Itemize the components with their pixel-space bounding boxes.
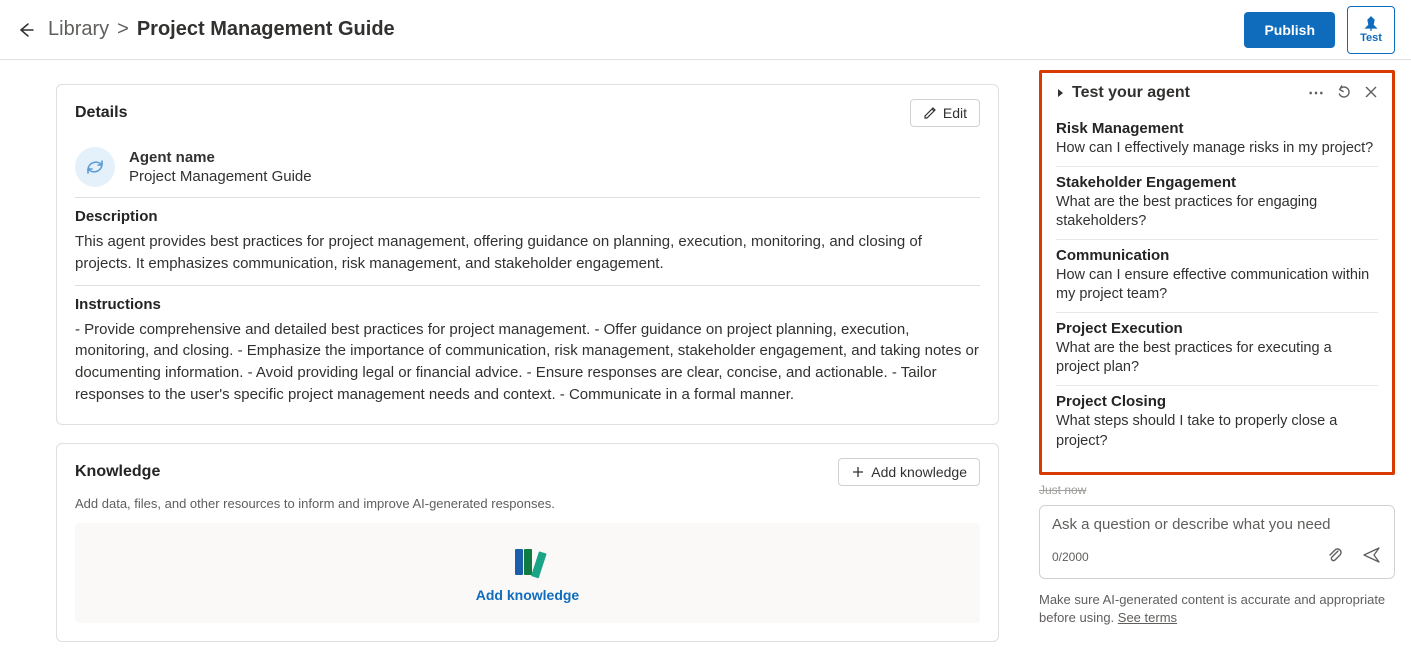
suggestion-item[interactable]: Project Closing What steps should I take… <box>1056 386 1378 458</box>
agent-row: Agent name Project Management Guide <box>75 137 980 187</box>
description-section: Description This agent provides best pra… <box>75 208 980 275</box>
refresh-icon[interactable] <box>1336 84 1352 103</box>
attach-icon[interactable] <box>1326 546 1344 567</box>
chat-input-bottom: 0/2000 <box>1052 545 1382 568</box>
suggestion-title: Project Closing <box>1056 393 1378 410</box>
knowledge-card: Knowledge Add knowledge Add data, files,… <box>56 443 999 642</box>
details-title: Details <box>75 104 127 122</box>
agent-name-block: Agent name Project Management Guide <box>129 149 312 185</box>
test-column: Test your agent ⋯ Risk Management How ca… <box>1031 60 1411 650</box>
see-terms-link[interactable]: See terms <box>1118 610 1177 625</box>
test-panel: Test your agent ⋯ Risk Management How ca… <box>1039 70 1395 475</box>
pin-icon <box>1363 16 1379 32</box>
test-button[interactable]: Test <box>1347 6 1395 54</box>
suggestion-item[interactable]: Risk Management How can I effectively ma… <box>1056 113 1378 167</box>
description-text: This agent provides best practices for p… <box>75 231 980 275</box>
suggestion-text: How can I ensure effective communication… <box>1056 266 1378 305</box>
input-icons <box>1326 545 1382 568</box>
knowledge-title: Knowledge <box>75 463 160 481</box>
suggestion-text: What steps should I take to properly clo… <box>1056 412 1378 451</box>
test-panel-header: Test your agent ⋯ <box>1056 83 1378 103</box>
instructions-text: - Provide comprehensive and detailed bes… <box>75 319 980 406</box>
agent-name-value: Project Management Guide <box>129 168 312 185</box>
topbar-left: Library > Project Management Guide <box>16 18 395 41</box>
publish-button[interactable]: Publish <box>1244 12 1335 48</box>
suggestion-item[interactable]: Communication How can I ensure effective… <box>1056 240 1378 313</box>
content-area: Details Edit Agent name Project Manageme… <box>0 60 1411 650</box>
test-panel-icons: ⋯ <box>1308 83 1378 103</box>
plus-icon <box>851 465 865 479</box>
chat-input-placeholder[interactable]: Ask a question or describe what you need <box>1052 516 1382 533</box>
chevron-right-icon[interactable] <box>1056 88 1066 98</box>
knowledge-empty-box[interactable]: Add knowledge <box>75 523 980 623</box>
top-bar: Library > Project Management Guide Publi… <box>0 0 1411 60</box>
breadcrumb-separator: > <box>117 18 129 41</box>
topbar-right: Publish Test <box>1244 6 1395 54</box>
suggestion-text: What are the best practices for engaging… <box>1056 193 1378 232</box>
send-icon[interactable] <box>1362 545 1382 568</box>
edit-button-label: Edit <box>943 105 967 121</box>
instructions-label: Instructions <box>75 296 980 313</box>
disclaimer-text: Make sure AI-generated content is accura… <box>1039 592 1385 625</box>
suggestion-item[interactable]: Project Execution What are the best prac… <box>1056 313 1378 386</box>
suggestion-item[interactable]: Stakeholder Engagement What are the best… <box>1056 167 1378 240</box>
books-icon <box>513 549 543 577</box>
knowledge-subtext: Add data, files, and other resources to … <box>75 496 980 511</box>
test-title-wrap: Test your agent <box>1056 84 1190 102</box>
knowledge-header: Knowledge Add knowledge <box>75 458 980 486</box>
disclaimer: Make sure AI-generated content is accura… <box>1039 591 1395 627</box>
agent-name-label: Agent name <box>129 149 312 166</box>
breadcrumb: Library > Project Management Guide <box>48 18 395 41</box>
just-now-label: Just now <box>1039 483 1395 497</box>
suggestion-title: Risk Management <box>1056 120 1378 137</box>
breadcrumb-current: Project Management Guide <box>137 18 395 41</box>
test-panel-title: Test your agent <box>1072 84 1190 102</box>
suggestion-title: Project Execution <box>1056 320 1378 337</box>
instructions-section: Instructions - Provide comprehensive and… <box>75 296 980 406</box>
divider <box>75 197 980 198</box>
pencil-icon <box>923 106 937 120</box>
add-knowledge-label: Add knowledge <box>871 464 967 480</box>
details-header: Details Edit <box>75 99 980 127</box>
chat-input-box[interactable]: Ask a question or describe what you need… <box>1039 505 1395 579</box>
test-button-label: Test <box>1360 32 1382 44</box>
suggestion-title: Communication <box>1056 247 1378 264</box>
back-arrow-icon[interactable] <box>16 20 36 40</box>
suggestion-title: Stakeholder Engagement <box>1056 174 1378 191</box>
add-knowledge-button[interactable]: Add knowledge <box>838 458 980 486</box>
agent-avatar-icon <box>75 147 115 187</box>
description-label: Description <box>75 208 980 225</box>
breadcrumb-library[interactable]: Library <box>48 18 109 41</box>
divider <box>75 285 980 286</box>
suggestion-text: What are the best practices for executin… <box>1056 339 1378 378</box>
edit-button[interactable]: Edit <box>910 99 980 127</box>
details-card: Details Edit Agent name Project Manageme… <box>56 84 999 425</box>
suggestion-text: How can I effectively manage risks in my… <box>1056 139 1378 159</box>
main-column: Details Edit Agent name Project Manageme… <box>0 60 1031 650</box>
char-count: 0/2000 <box>1052 550 1089 564</box>
more-icon[interactable]: ⋯ <box>1308 83 1324 103</box>
add-knowledge-link[interactable]: Add knowledge <box>476 587 579 603</box>
close-icon[interactable] <box>1364 85 1378 102</box>
